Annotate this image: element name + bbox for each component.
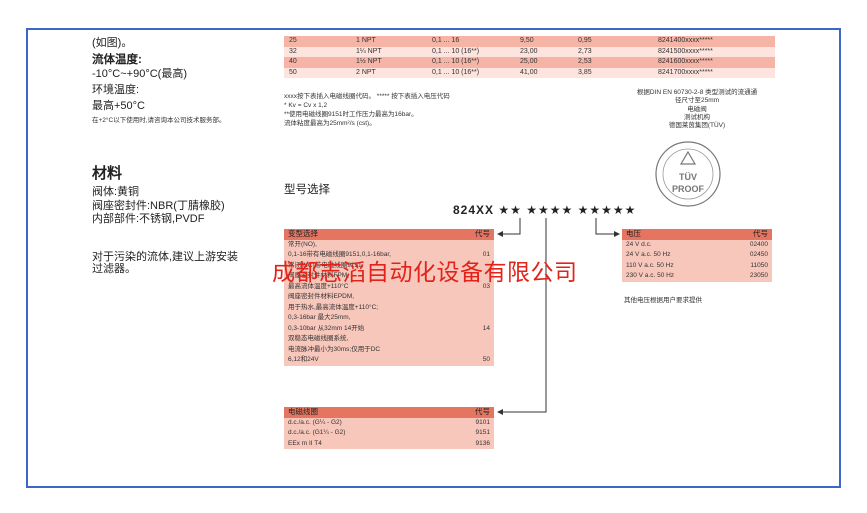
row-label: 阀座密封件材料EPDM,: [284, 292, 458, 303]
table-row: 0,3-10bar 从32mm 14开始 14: [284, 323, 494, 334]
row-label: 6,12和24V: [284, 355, 458, 366]
table-row: 0,3-16bar 最大25mm,: [284, 313, 494, 324]
row-code: [457, 334, 494, 345]
row-label: 110 V a.c. 50 Hz: [622, 260, 725, 271]
row-label: 0,3-10bar 从32mm 14开始: [284, 323, 458, 334]
table-row: 用于热水,最高流体温度+110°C;: [284, 302, 494, 313]
table-row: EEx m II T4 9136: [284, 438, 494, 449]
header-label: 变型选择: [284, 229, 458, 240]
header-code: 代号: [439, 407, 494, 418]
table-row: 双稳态电磁线圈系统,: [284, 334, 494, 345]
row-label: 24 V d.c.: [622, 239, 725, 250]
table-row: 24 V a.c. 50 Hz 02450: [622, 250, 772, 261]
row-code: [457, 313, 494, 324]
row-code: 50: [457, 355, 494, 366]
row-label: EEx m II T4: [284, 438, 440, 449]
row-code: 9101: [439, 417, 494, 428]
row-code: 9151: [439, 428, 494, 439]
table-row: 230 V a.c. 50 Hz 23050: [622, 271, 772, 282]
table-row: 110 V a.c. 50 Hz 11050: [622, 260, 772, 271]
row-code: 23050: [724, 271, 772, 282]
table-row: d.c./a.c. (G¼ - G2) 9101: [284, 417, 494, 428]
header-code: 代号: [457, 229, 494, 240]
row-code: 02400: [724, 239, 772, 250]
table-header: 变型选择 代号: [284, 229, 494, 240]
row-code: [457, 344, 494, 355]
row-label: 用于热水,最高流体温度+110°C;: [284, 302, 458, 313]
table-row: 常开(NO),: [284, 239, 494, 250]
row-label: d.c./a.c. (G1¼ - G2): [284, 428, 440, 439]
table-row: 电流脉冲最小为30ms;仅用于DC: [284, 344, 494, 355]
voltage-table: 电压 代号 24 V d.c. 02400 24 V a.c. 50 Hz 0245…: [622, 229, 772, 282]
row-label: 常开(NO),: [284, 239, 458, 250]
row-label: 电流脉冲最小为30ms;仅用于DC: [284, 344, 458, 355]
row-label: 0,3-16bar 最大25mm,: [284, 313, 458, 324]
header-code: 代号: [724, 229, 772, 240]
row-code: 11050: [724, 260, 772, 271]
row-label: 24 V a.c. 50 Hz: [622, 250, 725, 261]
company-watermark: 成都志滔自动化设备有限公司: [272, 259, 578, 285]
row-label: d.c./a.c. (G¼ - G2): [284, 417, 440, 428]
variant-table: 变型选择 代号 常开(NO), 0,1-16带有电磁线圈9151,0,1-16b…: [284, 229, 494, 366]
row-code: 02450: [724, 250, 772, 261]
header-label: 电压: [622, 229, 725, 240]
row-code: 9136: [439, 438, 494, 449]
row-code: [457, 302, 494, 313]
row-code: [457, 239, 494, 250]
row-label: 230 V a.c. 50 Hz: [622, 271, 725, 282]
table-row: d.c./a.c. (G1¼ - G2) 9151: [284, 428, 494, 439]
row-code: 14: [457, 323, 494, 334]
coil-table: 电磁线圈 代号 d.c./a.c. (G¼ - G2) 9101 d.c./a.c…: [284, 407, 494, 449]
table-row: 24 V d.c. 02400: [622, 239, 772, 250]
table-header: 电压 代号: [622, 229, 772, 240]
table-header: 电磁线圈 代号: [284, 407, 494, 418]
row-code: [457, 292, 494, 303]
voltage-footnote: 其他电压根据用户要求提供: [624, 297, 702, 304]
table-row: 阀座密封件材料EPDM,: [284, 292, 494, 303]
row-label: 双稳态电磁线圈系统,: [284, 334, 458, 345]
table-row: 6,12和24V 50: [284, 355, 494, 366]
header-label: 电磁线圈: [284, 407, 440, 418]
